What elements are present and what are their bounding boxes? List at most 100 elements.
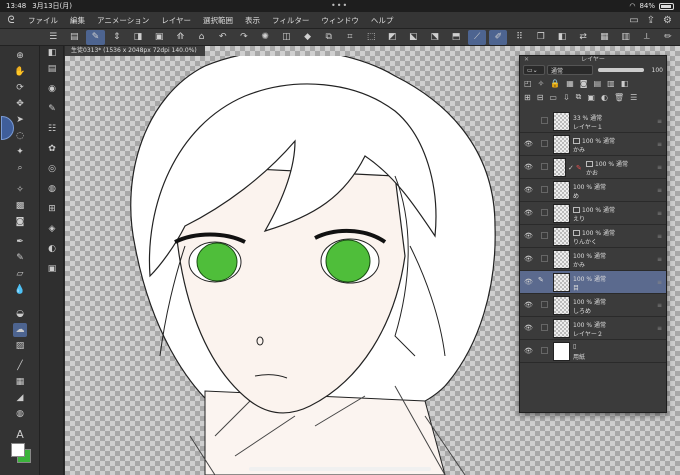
loading-icon[interactable]: ✺ — [256, 30, 274, 45]
color-set-icon[interactable]: ◧ — [553, 30, 571, 45]
eye-icon[interactable]: 👁 — [524, 163, 534, 171]
text-icon[interactable]: A — [13, 427, 27, 441]
sparkle-icon[interactable]: ✧ — [13, 183, 27, 197]
layer-check-box[interactable] — [541, 255, 548, 262]
export-icon[interactable]: ⟰ — [171, 30, 189, 45]
trash-icon[interactable]: 🗑 — [614, 93, 624, 102]
menu-filter[interactable]: フィルター — [266, 15, 315, 26]
subtool-icon-9[interactable]: ⊞ — [45, 202, 59, 216]
drag-handle-icon[interactable]: ≡ — [657, 279, 662, 286]
eyedropper-icon[interactable]: ⌕ — [13, 161, 27, 175]
drag-handle-icon[interactable]: ≡ — [657, 118, 662, 125]
swap-icon[interactable]: ⇄ — [574, 30, 592, 45]
ruler-icon[interactable]: ⟂ — [638, 30, 656, 45]
eraser-tool-icon[interactable]: ▱ — [13, 267, 27, 281]
menu-animation[interactable]: アニメーション — [91, 15, 155, 26]
shrink-selection-icon[interactable]: ⬔ — [426, 30, 444, 45]
subtool-icon-7[interactable]: ◎ — [45, 162, 59, 176]
ruler-snap-icon[interactable]: ⟋ — [468, 29, 487, 45]
hand-icon[interactable]: ✋ — [13, 65, 27, 79]
blend-mode-select[interactable]: 通常 — [547, 65, 593, 75]
multitask-dots-icon[interactable]: ••• — [331, 1, 348, 10]
redo-icon[interactable]: ↷ — [235, 30, 253, 45]
subtool-icon-2[interactable]: ▤ — [45, 62, 59, 76]
app-logo-icon[interactable]: ᘓ — [0, 12, 22, 29]
subtool-icon-6[interactable]: ✿ — [45, 142, 59, 156]
layer-row[interactable]: 33 % 通常 レイヤー１ ≡ — [520, 110, 666, 133]
eye-icon[interactable]: 👁 — [524, 324, 534, 332]
pen-icon[interactable]: ✒ — [13, 235, 27, 249]
transform-icon[interactable]: ⧉ — [320, 30, 338, 45]
layer-clear-icon[interactable]: ◫ — [277, 30, 295, 45]
save-icon[interactable]: ▣ — [150, 30, 168, 45]
layer-row[interactable]: 👁 100 % 通常 しろめ ≡ — [520, 294, 666, 317]
balloon-icon[interactable]: ◍ — [13, 407, 27, 421]
layer-row[interactable]: 👁 100 % 通常 かみ ≡ — [520, 133, 666, 156]
brush-snap-icon[interactable]: ✐ — [489, 29, 508, 45]
fill-icon[interactable]: ◆ — [298, 30, 316, 45]
eye-icon[interactable]: 👁 — [524, 140, 534, 148]
layer-check-box[interactable] — [541, 117, 548, 124]
clip-icon[interactable]: ◰ — [524, 79, 532, 88]
sidebar-toggle-icon[interactable]: ▤ — [65, 30, 83, 45]
layer-color-icon[interactable]: ◧ — [621, 79, 629, 88]
lasso-icon[interactable]: ◌ — [13, 129, 27, 143]
layer-type-dropdown[interactable]: ▭⌄ — [523, 65, 545, 75]
new-vector-icon[interactable]: ⊟ — [537, 93, 544, 102]
navigator-icon[interactable]: ▥ — [616, 30, 634, 45]
fill-selection-icon[interactable]: ⬒ — [447, 30, 465, 45]
layer-move-icon[interactable]: ▦ — [595, 30, 613, 45]
zoom-icon[interactable]: ⊕ — [13, 49, 27, 63]
layer-row[interactable]: 👁 100 % 通常 えり ≡ — [520, 202, 666, 225]
layer-check-box[interactable] — [541, 301, 548, 308]
line-icon[interactable]: ╱ — [13, 359, 27, 373]
airbrush-icon[interactable]: ☁ — [13, 323, 27, 337]
subtool-icon-10[interactable]: ◈ — [45, 222, 59, 236]
subtool-icon-4[interactable]: ✎ — [45, 102, 59, 116]
subtool-icon-8[interactable]: ◍ — [45, 182, 59, 196]
lock-alpha-icon[interactable]: ▦ — [566, 79, 574, 88]
layer-check-box[interactable] — [541, 347, 548, 354]
undo-icon[interactable]: ↶ — [214, 30, 232, 45]
crop-icon[interactable]: ⌗ — [341, 30, 359, 45]
mask-icon[interactable]: ◙ — [580, 79, 588, 88]
blend-icon[interactable]: 💧 — [13, 283, 27, 297]
layer-menu-icon[interactable]: ☰ — [630, 93, 637, 102]
layer-row[interactable]: 👁 ✓ ✎ 100 % 通常 かお ≡ — [520, 156, 666, 179]
subtool-icon-5[interactable]: ☷ — [45, 122, 59, 136]
drag-handle-icon[interactable]: ≡ — [657, 256, 662, 263]
layer-row-paper[interactable]: 👁 ▯ 用紙 — [520, 340, 666, 363]
updown-icon[interactable]: ⇕ — [108, 30, 126, 45]
selection-clear-icon[interactable]: ⬚ — [362, 30, 380, 45]
drag-handle-icon[interactable]: ≡ — [657, 210, 662, 217]
color-grid-icon[interactable]: ▩ — [13, 199, 27, 213]
layer-check-box[interactable] — [541, 324, 548, 331]
mask-add-icon[interactable]: ◐ — [601, 93, 608, 102]
subtool-icon-12[interactable]: ▣ — [45, 262, 59, 276]
menu-edit[interactable]: 編集 — [64, 15, 91, 26]
eraser-icon[interactable]: ◨ — [129, 30, 147, 45]
layer-check-box[interactable] — [541, 186, 548, 193]
invert-selection-icon[interactable]: ◩ — [383, 30, 401, 45]
layer-row-selected[interactable]: 👁 ✎ 100 % 通常 目 ≡ — [520, 271, 666, 294]
new-folder-icon[interactable]: ▭ — [549, 93, 557, 102]
eye-icon[interactable]: 👁 — [524, 301, 534, 309]
layer-check-box[interactable] — [541, 209, 548, 216]
opacity-slider[interactable] — [598, 68, 644, 72]
canvas-tab[interactable]: 生徒0313* (1536 x 2048px 72dpi 140.0%) — [65, 46, 205, 56]
fill-tool-icon[interactable]: ◒ — [13, 307, 27, 321]
eye-icon[interactable]: 👁 — [524, 347, 534, 355]
gradient-icon[interactable]: ▨ — [13, 339, 27, 353]
rotate-icon[interactable]: ⟳ — [13, 81, 27, 95]
share-icon[interactable]: ⇪ — [647, 15, 655, 26]
layer-row[interactable]: 👁 100 % 通常 かみ ≡ — [520, 248, 666, 271]
menu-view[interactable]: 表示 — [239, 15, 266, 26]
brush-icon[interactable]: ⌂ — [192, 30, 210, 45]
subtool-icon-11[interactable]: ◐ — [45, 242, 59, 256]
magic-wand-icon[interactable]: ✦ — [13, 145, 27, 159]
draft-icon[interactable]: ▤ — [594, 79, 602, 88]
menu-help[interactable]: ヘルプ — [365, 15, 400, 26]
ruler-tool-icon[interactable]: ◢ — [13, 391, 27, 405]
color-layer-icon[interactable]: ▥ — [607, 79, 615, 88]
menu-selection[interactable]: 選択範囲 — [197, 15, 239, 26]
